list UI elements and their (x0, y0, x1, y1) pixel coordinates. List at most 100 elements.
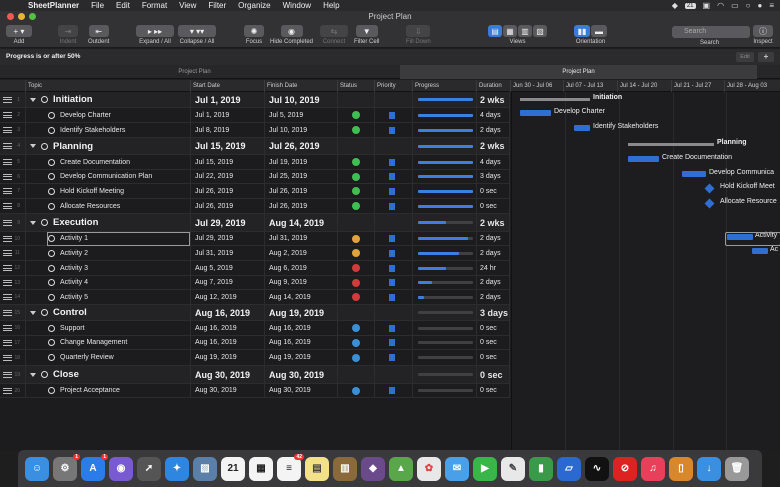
progress-cell[interactable] (413, 214, 477, 231)
priority-cell[interactable] (375, 199, 413, 213)
focus-icon[interactable]: ✺ (244, 25, 264, 37)
progress-cell[interactable] (413, 138, 477, 154)
launchpad-icon[interactable]: ➚ (137, 456, 161, 481)
gantt-task-bar[interactable] (682, 171, 706, 177)
search-input[interactable]: Search (672, 26, 750, 38)
start-cell[interactable]: Aug 12, 2019 (191, 290, 265, 304)
start-cell[interactable]: Jul 26, 2019 (191, 184, 265, 198)
progress-cell[interactable] (413, 184, 477, 198)
task-row[interactable]: 13 Activity 4 Aug 7, 2019 Aug 9, 2019 2 days (0, 276, 510, 290)
gantt-summary-bar[interactable] (520, 98, 590, 101)
progress-cell[interactable] (413, 92, 477, 107)
info-icon[interactable]: ⓘ (753, 25, 773, 37)
drag-handle-icon[interactable] (3, 112, 12, 118)
gantt-task-bar[interactable] (520, 110, 551, 116)
topic-cell[interactable]: Activity 5 (26, 290, 191, 304)
priority-cell[interactable] (375, 138, 413, 154)
task-row[interactable]: 3 Identify Stakeholders Jul 8, 2019 Jul 10,… (0, 123, 510, 138)
status-cell[interactable] (338, 170, 375, 183)
priority-cell[interactable] (375, 290, 413, 304)
priority-cell[interactable] (375, 305, 413, 320)
contacts-icon[interactable]: ▥ (333, 456, 357, 481)
edit-filter-button[interactable]: Edit (736, 52, 754, 62)
start-cell[interactable]: Aug 16, 2019 (191, 321, 265, 335)
task-row[interactable]: 18 Quarterly Review Aug 19, 2019 Aug 19, 20… (0, 350, 510, 366)
topic-cell[interactable]: Change Management (26, 336, 191, 349)
search-menubar-icon[interactable]: ○ (746, 1, 751, 10)
progress-cell[interactable] (413, 321, 477, 335)
drag-handle-icon[interactable] (3, 339, 12, 346)
finish-cell[interactable]: Jul 10, 2019 (265, 123, 338, 137)
outdent-icon[interactable]: ⇤ (88, 25, 109, 37)
row-handle[interactable]: 3 (0, 123, 26, 137)
views-tool[interactable]: ▤ ▦ ▥ ▧ Views (488, 25, 547, 45)
finish-cell[interactable]: Aug 16, 2019 (265, 336, 338, 349)
gantt-view-icon[interactable]: ▦ (503, 25, 517, 37)
finish-cell[interactable]: Jul 25, 2019 (265, 170, 338, 183)
menu-filter[interactable]: Filter (208, 1, 226, 10)
system-preferences-icon[interactable]: ⚙ 1 (53, 453, 80, 481)
pages-icon[interactable]: ✎ (501, 456, 525, 481)
start-cell[interactable]: Jul 8, 2019 (191, 123, 265, 137)
music-icon[interactable]: ♫ (641, 456, 665, 481)
priority-cell[interactable] (375, 170, 413, 183)
user-icon[interactable]: ● (757, 1, 762, 10)
topic-cell[interactable]: Activity 3 (26, 261, 191, 275)
status-cell[interactable] (338, 321, 375, 335)
priority-cell[interactable] (375, 321, 413, 335)
checkbox-icon[interactable] (48, 339, 55, 346)
checkbox-icon[interactable] (41, 309, 48, 316)
duration-cell[interactable]: 2 days (477, 290, 510, 304)
row-handle[interactable]: 6 (0, 170, 26, 183)
checkbox-icon[interactable] (48, 187, 55, 195)
header-start[interactable]: Start Date (191, 80, 265, 92)
finish-cell[interactable]: Jul 31, 2019 (265, 232, 338, 245)
task-row[interactable]: 2 Develop Charter Jul 1, 2019 Jul 5, 2019 4 … (0, 108, 510, 123)
start-cell[interactable]: Aug 7, 2019 (191, 276, 265, 289)
reminders-icon[interactable]: ≡ 42 (277, 453, 304, 481)
app-store-icon[interactable]: A1 (81, 453, 108, 481)
gantt-task-bar[interactable] (628, 156, 659, 162)
tab-project-plan-left[interactable]: Project Plan (28, 65, 361, 79)
task-row[interactable]: 20 Project Acceptance Aug 30, 2019 Aug 30, … (0, 384, 510, 398)
topic-cell[interactable]: Identify Stakeholders (26, 123, 191, 137)
connect-tool[interactable]: ⇆ Connect (320, 25, 348, 45)
progress-cell[interactable] (413, 276, 477, 289)
topic-cell[interactable]: Create Documentation (26, 155, 191, 169)
hide-completed-icon[interactable]: ◉ (280, 25, 303, 37)
topic-cell[interactable]: Planning (26, 138, 191, 154)
duration-cell[interactable]: 4 days (477, 108, 510, 122)
row-handle[interactable]: 13 (0, 276, 26, 289)
start-cell[interactable]: Jul 1, 2019 (191, 108, 265, 122)
finish-cell[interactable]: Aug 14, 2019 (265, 290, 338, 304)
siri-icon[interactable]: ◉ (109, 456, 133, 481)
topic-cell[interactable]: Control (26, 305, 191, 320)
drag-handle-icon[interactable] (3, 203, 12, 209)
priority-cell[interactable] (375, 384, 413, 397)
checkbox-icon[interactable] (48, 158, 55, 166)
sheetplanner-icon[interactable]: ▦ (249, 456, 273, 481)
menu-app[interactable]: SheetPlanner (28, 1, 79, 10)
row-handle[interactable]: 11 (0, 246, 26, 260)
priority-cell[interactable] (375, 366, 413, 383)
gantt-milestone-icon[interactable] (704, 198, 715, 209)
numbers-icon[interactable]: ▮ (529, 456, 553, 481)
checkbox-icon[interactable] (48, 293, 55, 301)
checkbox-icon[interactable] (48, 173, 55, 180)
drag-handle-icon[interactable] (3, 294, 12, 300)
start-cell[interactable]: Aug 30, 2019 (191, 366, 265, 383)
drag-handle-icon[interactable] (3, 371, 12, 378)
disclosure-triangle-icon[interactable] (30, 144, 36, 148)
topic-cell[interactable]: Develop Charter (26, 108, 191, 122)
drag-handle-icon[interactable] (3, 265, 12, 271)
start-cell[interactable]: Aug 16, 2019 (191, 305, 265, 320)
progress-cell[interactable] (413, 336, 477, 349)
task-row[interactable]: 12 Activity 3 Aug 5, 2019 Aug 6, 2019 24 hr (0, 261, 510, 276)
finish-cell[interactable]: Aug 2, 2019 (265, 246, 338, 260)
keynote-icon[interactable]: ▱ (557, 456, 581, 481)
progress-cell[interactable] (413, 384, 477, 397)
hide-completed-tool[interactable]: ◉ Hide Completed (270, 25, 313, 45)
row-handle[interactable]: 9 (0, 214, 26, 231)
calendar-status-icon[interactable]: 21 (684, 2, 696, 9)
duration-cell[interactable]: 2 wks (477, 138, 510, 154)
